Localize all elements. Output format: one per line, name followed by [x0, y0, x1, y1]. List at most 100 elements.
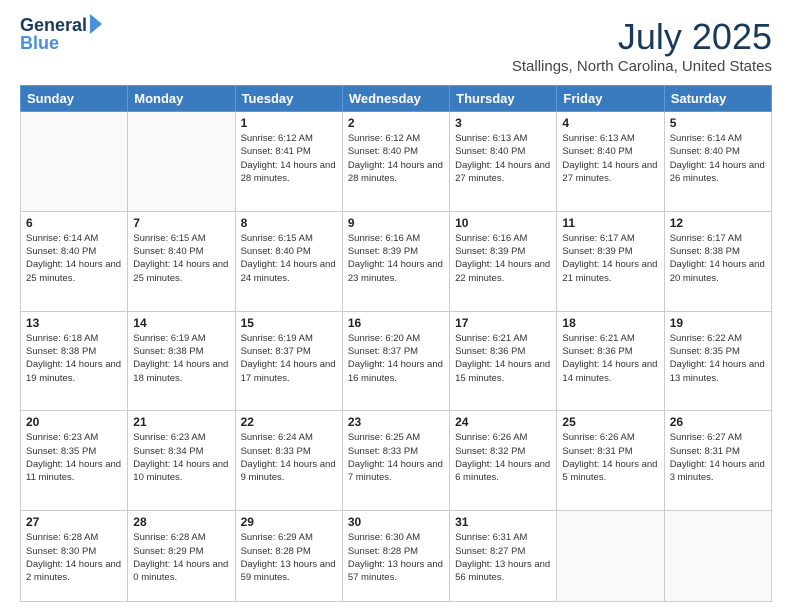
day-number: 29 [241, 515, 337, 529]
calendar-cell: 30Sunrise: 6:30 AM Sunset: 8:28 PM Dayli… [342, 511, 449, 602]
calendar-table: SundayMondayTuesdayWednesdayThursdayFrid… [20, 85, 772, 602]
day-number: 1 [241, 116, 337, 130]
day-info: Sunrise: 6:23 AM Sunset: 8:35 PM Dayligh… [26, 431, 122, 484]
calendar-week-row: 27 Sunrise: 6:28 AM Sunset: 8:30 PM Dayli… [21, 511, 772, 602]
logo-text: General Blue [20, 16, 102, 54]
weekday-header-tuesday: Tuesday [235, 86, 342, 112]
calendar-cell: 28 Sunrise: 6:28 AM Sunset: 8:29 PM Dayli… [128, 511, 235, 602]
day-info: Sunrise: 6:20 AM Sunset: 8:37 PM Dayligh… [348, 332, 444, 385]
day-info: Sunrise: 6:15 AM Sunset: 8:40 PM Dayligh… [133, 232, 229, 285]
logo-triangle-icon [90, 14, 102, 34]
day-number: 23 [348, 415, 444, 429]
calendar-cell: 20 Sunrise: 6:23 AM Sunset: 8:35 PM Dayli… [21, 411, 128, 511]
calendar-cell: 1 Sunrise: 6:12 AM Sunset: 8:41 PM Daylig… [235, 112, 342, 212]
day-number: 27 [26, 515, 122, 529]
day-info: Sunrise: 6:21 AM Sunset: 8:36 PM Dayligh… [562, 332, 658, 385]
day-info: Sunrise: 6:25 AM Sunset: 8:33 PM Dayligh… [348, 431, 444, 484]
month-title: July 2025 [512, 16, 772, 58]
day-info: Sunrise: 6:19 AM Sunset: 8:38 PM Dayligh… [133, 332, 229, 385]
calendar-cell: 22 Sunrise: 6:24 AM Sunset: 8:33 PM Dayli… [235, 411, 342, 511]
calendar-cell: 5 Sunrise: 6:14 AM Sunset: 8:40 PM Daylig… [664, 112, 771, 212]
calendar-cell: 29 Sunrise: 6:29 AM Sunset: 8:28 PM Dayli… [235, 511, 342, 602]
day-info: Sunrise: 6:27 AM Sunset: 8:31 PM Dayligh… [670, 431, 766, 484]
day-info: Sunrise: 6:28 AM Sunset: 8:29 PM Dayligh… [133, 531, 229, 584]
location-subtitle: Stallings, North Carolina, United States [512, 58, 772, 75]
day-info: Sunrise: 6:16 AM Sunset: 8:39 PM Dayligh… [348, 232, 444, 285]
calendar-cell: 19 Sunrise: 6:22 AM Sunset: 8:35 PM Dayli… [664, 311, 771, 411]
day-number: 15 [241, 316, 337, 330]
calendar-cell: 7 Sunrise: 6:15 AM Sunset: 8:40 PM Daylig… [128, 211, 235, 311]
calendar-week-row: 13 Sunrise: 6:18 AM Sunset: 8:38 PM Dayli… [21, 311, 772, 411]
day-info: Sunrise: 6:14 AM Sunset: 8:40 PM Dayligh… [670, 132, 766, 185]
day-number: 3 [455, 116, 551, 130]
day-number: 4 [562, 116, 658, 130]
calendar-cell: 18Sunrise: 6:21 AM Sunset: 8:36 PM Dayli… [557, 311, 664, 411]
weekday-header-monday: Monday [128, 86, 235, 112]
day-info: Sunrise: 6:13 AM Sunset: 8:40 PM Dayligh… [562, 132, 658, 185]
weekday-header-friday: Friday [557, 86, 664, 112]
calendar-cell: 17 Sunrise: 6:21 AM Sunset: 8:36 PM Dayli… [450, 311, 557, 411]
weekday-header-thursday: Thursday [450, 86, 557, 112]
day-number: 14 [133, 316, 229, 330]
day-number: 9 [348, 216, 444, 230]
day-info: Sunrise: 6:14 AM Sunset: 8:40 PM Dayligh… [26, 232, 122, 285]
day-number: 19 [670, 316, 766, 330]
weekday-header-wednesday: Wednesday [342, 86, 449, 112]
day-number: 12 [670, 216, 766, 230]
calendar-cell: 13 Sunrise: 6:18 AM Sunset: 8:38 PM Dayli… [21, 311, 128, 411]
calendar-cell: 23 Sunrise: 6:25 AM Sunset: 8:33 PM Dayli… [342, 411, 449, 511]
calendar-cell: 26Sunrise: 6:27 AM Sunset: 8:31 PM Dayli… [664, 411, 771, 511]
day-info: Sunrise: 6:21 AM Sunset: 8:36 PM Dayligh… [455, 332, 551, 385]
day-number: 20 [26, 415, 122, 429]
day-info: Sunrise: 6:24 AM Sunset: 8:33 PM Dayligh… [241, 431, 337, 484]
day-info: Sunrise: 6:26 AM Sunset: 8:31 PM Dayligh… [562, 431, 658, 484]
day-number: 25 [562, 415, 658, 429]
weekday-header-saturday: Saturday [664, 86, 771, 112]
calendar-cell: 8 Sunrise: 6:15 AM Sunset: 8:40 PM Daylig… [235, 211, 342, 311]
day-info: Sunrise: 6:12 AM Sunset: 8:41 PM Dayligh… [241, 132, 337, 185]
day-info: Sunrise: 6:17 AM Sunset: 8:38 PM Dayligh… [670, 232, 766, 285]
day-info: Sunrise: 6:18 AM Sunset: 8:38 PM Dayligh… [26, 332, 122, 385]
day-info: Sunrise: 6:13 AM Sunset: 8:40 PM Dayligh… [455, 132, 551, 185]
calendar-cell: 9 Sunrise: 6:16 AM Sunset: 8:39 PM Daylig… [342, 211, 449, 311]
day-info: Sunrise: 6:23 AM Sunset: 8:34 PM Dayligh… [133, 431, 229, 484]
day-number: 21 [133, 415, 229, 429]
day-info: Sunrise: 6:12 AM Sunset: 8:40 PM Dayligh… [348, 132, 444, 185]
calendar-cell: 27 Sunrise: 6:28 AM Sunset: 8:30 PM Dayli… [21, 511, 128, 602]
day-number: 2 [348, 116, 444, 130]
day-number: 17 [455, 316, 551, 330]
day-info: Sunrise: 6:29 AM Sunset: 8:28 PM Dayligh… [241, 531, 337, 584]
calendar-cell: 24 Sunrise: 6:26 AM Sunset: 8:32 PM Dayli… [450, 411, 557, 511]
day-number: 8 [241, 216, 337, 230]
day-info: Sunrise: 6:15 AM Sunset: 8:40 PM Dayligh… [241, 232, 337, 285]
day-number: 10 [455, 216, 551, 230]
calendar-cell: 10 Sunrise: 6:16 AM Sunset: 8:39 PM Dayli… [450, 211, 557, 311]
calendar-cell [664, 511, 771, 602]
calendar-cell: 25 Sunrise: 6:26 AM Sunset: 8:31 PM Dayli… [557, 411, 664, 511]
calendar-cell [557, 511, 664, 602]
day-info: Sunrise: 6:30 AM Sunset: 8:28 PM Dayligh… [348, 531, 444, 584]
day-number: 22 [241, 415, 337, 429]
day-info: Sunrise: 6:22 AM Sunset: 8:35 PM Dayligh… [670, 332, 766, 385]
day-info: Sunrise: 6:17 AM Sunset: 8:39 PM Dayligh… [562, 232, 658, 285]
day-info: Sunrise: 6:19 AM Sunset: 8:37 PM Dayligh… [241, 332, 337, 385]
calendar-week-row: 6Sunrise: 6:14 AM Sunset: 8:40 PM Daylig… [21, 211, 772, 311]
day-info: Sunrise: 6:26 AM Sunset: 8:32 PM Dayligh… [455, 431, 551, 484]
day-number: 7 [133, 216, 229, 230]
day-number: 28 [133, 515, 229, 529]
calendar-cell: 15 Sunrise: 6:19 AM Sunset: 8:37 PM Dayli… [235, 311, 342, 411]
weekday-header-sunday: Sunday [21, 86, 128, 112]
calendar-cell: 12 Sunrise: 6:17 AM Sunset: 8:38 PM Dayli… [664, 211, 771, 311]
day-number: 16 [348, 316, 444, 330]
calendar-cell: 16 Sunrise: 6:20 AM Sunset: 8:37 PM Dayli… [342, 311, 449, 411]
day-info: Sunrise: 6:28 AM Sunset: 8:30 PM Dayligh… [26, 531, 122, 584]
day-info: Sunrise: 6:16 AM Sunset: 8:39 PM Dayligh… [455, 232, 551, 285]
day-number: 13 [26, 316, 122, 330]
day-number: 11 [562, 216, 658, 230]
day-number: 24 [455, 415, 551, 429]
calendar-cell: 31Sunrise: 6:31 AM Sunset: 8:27 PM Dayli… [450, 511, 557, 602]
calendar-cell: 21 Sunrise: 6:23 AM Sunset: 8:34 PM Dayli… [128, 411, 235, 511]
calendar-cell: 6Sunrise: 6:14 AM Sunset: 8:40 PM Daylig… [21, 211, 128, 311]
day-number: 5 [670, 116, 766, 130]
calendar-cell: 4 Sunrise: 6:13 AM Sunset: 8:40 PM Daylig… [557, 112, 664, 212]
